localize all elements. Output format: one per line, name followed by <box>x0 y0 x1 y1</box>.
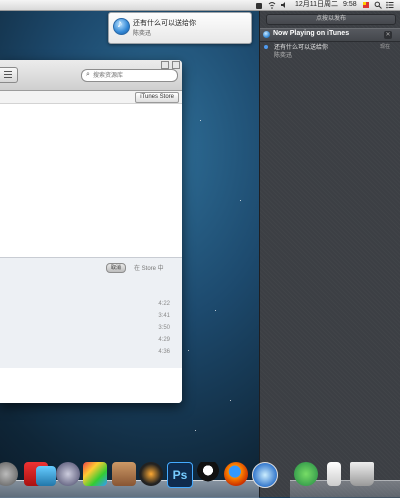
safari-icon[interactable] <box>252 462 278 488</box>
flag-icon[interactable] <box>362 1 370 9</box>
track-duration: 3:41 <box>158 313 170 319</box>
search-icon[interactable] <box>374 1 382 9</box>
track-duration: 4:29 <box>158 337 170 343</box>
close-icon[interactable]: ✕ <box>384 31 392 39</box>
trash-icon[interactable] <box>350 462 374 486</box>
banner-artist: 陈奕迅 <box>133 31 152 37</box>
itunes-icon <box>113 18 130 35</box>
sound-icon[interactable] <box>280 1 288 9</box>
notification-center-icon[interactable] <box>386 1 394 9</box>
content-area <box>0 104 182 257</box>
notification-time: 现在 <box>379 44 390 50</box>
track-duration: 4:22 <box>158 301 170 307</box>
pen-tool-icon[interactable] <box>56 462 80 486</box>
itunes-icon <box>263 31 270 38</box>
qq-icon[interactable] <box>196 462 220 486</box>
itunes-window: ⌕ iTunes Store 取消 在 Store 中 4:22 3:41 3:… <box>0 60 182 403</box>
track-duration: 4:36 <box>158 349 170 355</box>
itunes-store-button[interactable]: iTunes Store <box>135 92 179 103</box>
search-field[interactable]: ⌕ <box>81 69 178 82</box>
file-icon[interactable] <box>327 462 341 486</box>
list-view-button[interactable] <box>0 67 18 83</box>
search-input[interactable] <box>93 70 173 81</box>
magnifier-icon: ⌕ <box>86 71 90 78</box>
content-footer <box>0 368 182 403</box>
miniplayer-toggle-icon[interactable] <box>161 61 169 69</box>
cancel-button[interactable]: 取消 <box>106 263 127 273</box>
section-title: Now Playing on iTunes <box>273 30 350 37</box>
unread-dot-icon <box>264 45 268 49</box>
date-display[interactable]: 12月11日周二 <box>295 0 338 10</box>
menu-bar: 12月11日周二 9:58 <box>0 0 400 11</box>
banner-song-title: 还有什么可以送给你 <box>133 20 196 27</box>
dashboard-icon[interactable] <box>83 462 107 486</box>
preview-icon[interactable] <box>36 466 56 486</box>
notification-center: 点按以发布 Now Playing on iTunes ✕ 还有什么可以送给你 … <box>259 11 400 497</box>
notification-item[interactable]: 还有什么可以送给你 陈奕迅 现在 <box>260 41 400 61</box>
share-button[interactable]: 点按以发布 <box>266 14 396 25</box>
fullscreen-icon[interactable] <box>172 61 180 69</box>
photoshop-icon[interactable]: Ps <box>167 462 193 488</box>
window-toolbar: ⌕ <box>0 60 182 91</box>
firefox-icon[interactable] <box>224 462 248 486</box>
wifi-icon[interactable] <box>268 1 276 9</box>
notification-artist: 陈奕迅 <box>274 53 293 59</box>
up-next-panel: 取消 在 Store 中 4:22 3:41 3:50 4:29 4:36 <box>0 257 182 369</box>
utility-icon[interactable] <box>294 462 318 486</box>
bag-icon[interactable] <box>255 1 263 9</box>
store-bar: iTunes Store <box>0 91 182 104</box>
time-display[interactable]: 9:58 <box>343 0 357 10</box>
notification-banner[interactable]: 还有什么可以送给你 陈奕迅 <box>108 12 252 44</box>
in-store-link[interactable]: 在 Store 中 <box>134 263 164 272</box>
keynote-icon[interactable] <box>112 462 136 486</box>
aperture-icon[interactable] <box>139 462 163 486</box>
track-duration: 3:50 <box>158 325 170 331</box>
now-playing-header: Now Playing on iTunes ✕ <box>260 28 400 42</box>
photoshop-label: Ps <box>172 468 188 482</box>
